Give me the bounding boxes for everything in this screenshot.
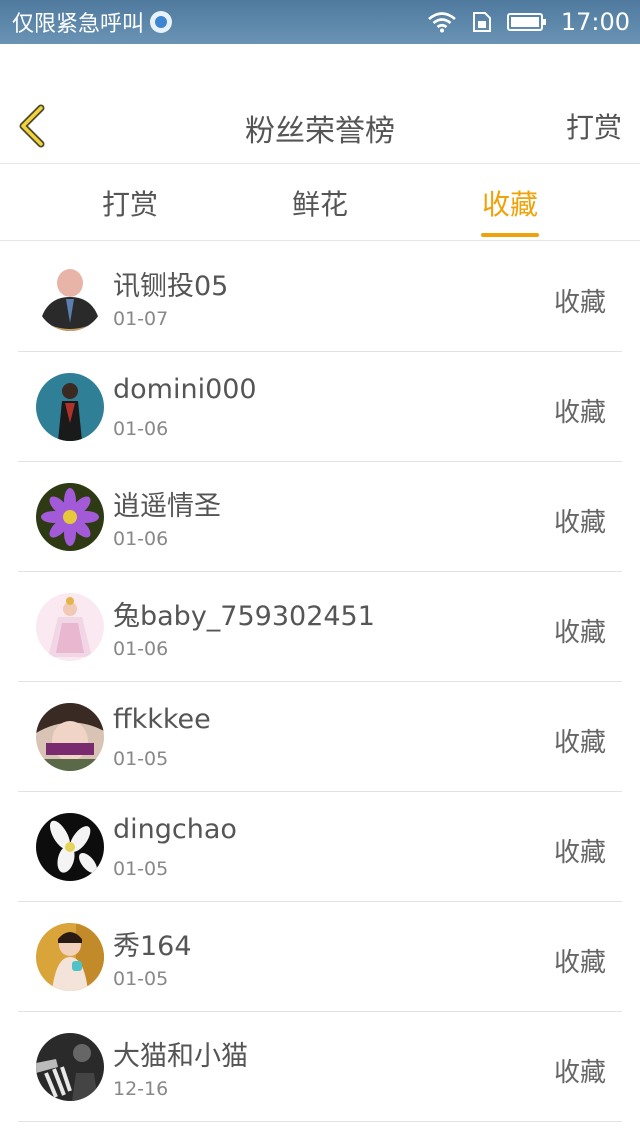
fan-name: 秀164 [113, 931, 192, 962]
tab-favorites[interactable]: 收藏 [430, 165, 590, 241]
sim-card-icon [471, 11, 493, 33]
fan-date: 01-05 [113, 748, 169, 770]
list-item[interactable]: dingchao 01-05 收藏 [18, 792, 622, 902]
fan-name: domini000 [113, 374, 257, 405]
wifi-icon [427, 11, 457, 33]
fan-date: 01-06 [113, 528, 169, 550]
avatar [36, 703, 104, 771]
list-item[interactable]: 逍遥情圣 01-06 收藏 [18, 462, 622, 572]
page-title: 粉丝荣誉榜 [245, 114, 395, 149]
tab-reward[interactable]: 打赏 [50, 165, 210, 241]
status-right: 17:00 [427, 8, 630, 36]
fan-date: 01-05 [113, 858, 169, 880]
emergency-call-text: 仅限紧急呼叫 [12, 12, 145, 37]
fan-name: 逍遥情圣 [113, 491, 221, 522]
list-item[interactable]: 讯铡投05 01-07 收藏 [18, 242, 622, 352]
clock-text: 17:00 [560, 8, 630, 36]
reward-button[interactable]: 打赏 [566, 106, 622, 146]
avatar [36, 923, 104, 991]
list-item[interactable]: 兔baby_759302451 01-06 收藏 [18, 572, 622, 682]
tab-label: 收藏 [481, 188, 538, 221]
fan-name: 兔baby_759302451 [113, 601, 375, 632]
fan-name: 大猫和小猫 [113, 1041, 248, 1072]
battery-icon [506, 12, 547, 32]
fan-name: dingchao [113, 814, 237, 845]
tab-bar: 打赏 鲜花 收藏 [0, 165, 640, 241]
tab-label: 鲜花 [291, 188, 348, 221]
app-notification-icon [150, 11, 173, 33]
favorite-label: 收藏 [553, 1058, 606, 1088]
fan-list: 讯铡投05 01-07 收藏 domini000 01-06 收藏 逍遥情圣 0… [0, 242, 640, 1122]
fan-date: 01-05 [113, 968, 169, 990]
avatar [36, 483, 104, 551]
avatar [36, 263, 104, 331]
active-tab-indicator [481, 233, 539, 237]
favorite-label: 收藏 [553, 288, 606, 318]
list-item[interactable]: 大猫和小猫 12-16 收藏 [18, 1012, 622, 1122]
favorite-label: 收藏 [553, 948, 606, 978]
fan-name: 讯铡投05 [113, 271, 229, 302]
avatar [36, 373, 104, 441]
tab-label: 打赏 [101, 188, 158, 221]
favorite-label: 收藏 [553, 398, 606, 428]
list-item[interactable]: 秀164 01-05 收藏 [18, 902, 622, 1012]
favorite-label: 收藏 [553, 838, 606, 868]
fan-date: 01-06 [113, 418, 169, 440]
favorite-label: 收藏 [553, 728, 606, 758]
fan-date: 01-06 [113, 638, 169, 660]
header: 粉丝荣誉榜 打赏 [0, 44, 640, 164]
fan-date: 01-07 [113, 308, 169, 330]
tab-flowers[interactable]: 鲜花 [240, 165, 400, 241]
status-left: 仅限紧急呼叫 [12, 6, 173, 38]
favorite-label: 收藏 [553, 508, 606, 538]
list-item[interactable]: domini000 01-06 收藏 [18, 352, 622, 462]
fan-date: 12-16 [113, 1078, 169, 1100]
avatar [36, 1033, 104, 1101]
status-bar: 仅限紧急呼叫 17:00 [0, 0, 640, 44]
list-item[interactable]: ffkkkee 01-05 收藏 [18, 682, 622, 792]
fan-name: ffkkkee [113, 704, 211, 735]
avatar [36, 813, 104, 881]
avatar [36, 593, 104, 661]
favorite-label: 收藏 [553, 618, 606, 648]
